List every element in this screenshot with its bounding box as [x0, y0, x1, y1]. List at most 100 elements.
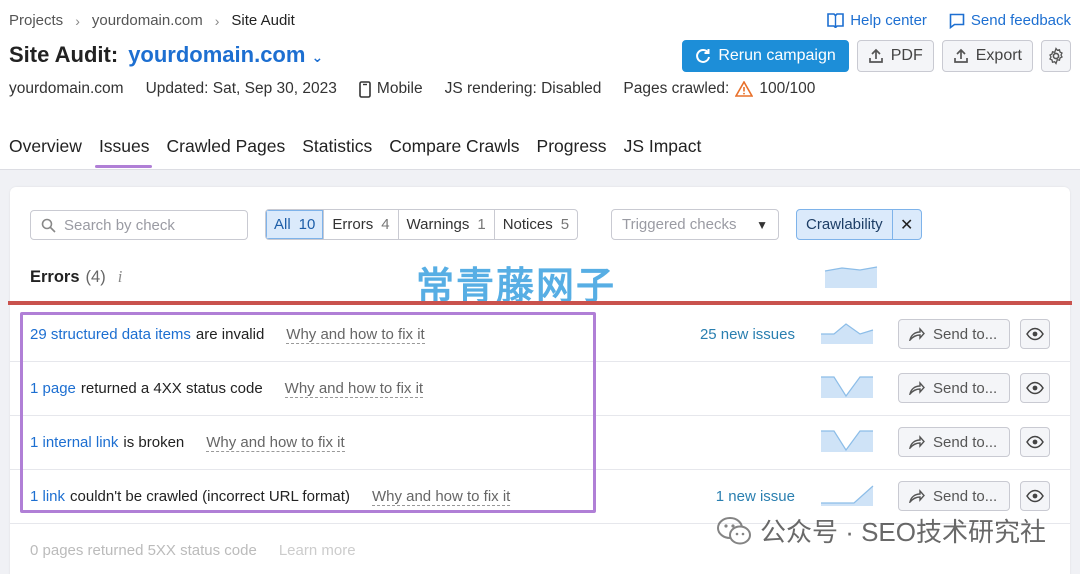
- errors-section-header: Errors (4) i: [30, 267, 122, 287]
- hide-issue-button[interactable]: [1020, 319, 1050, 349]
- page-title-label: Site Audit:: [9, 42, 119, 67]
- eye-icon: [1026, 489, 1044, 503]
- chevron-down-icon: ▼: [756, 217, 768, 232]
- help-center-link[interactable]: Help center: [827, 12, 927, 29]
- upload-icon: [868, 48, 883, 63]
- issue-text: 1 page returned a 4XX status code Why an…: [30, 380, 424, 398]
- new-issues-link[interactable]: 25 new issues: [700, 326, 795, 343]
- pages-crawled-label: Pages crawled:: [623, 80, 730, 97]
- issue-description: are invalid: [195, 326, 265, 343]
- why-fix-link[interactable]: Why and how to fix it: [371, 488, 511, 506]
- header-actions: Rerun campaign PDF Export: [682, 40, 1071, 72]
- mobile-icon: [359, 80, 371, 98]
- trend-sparkline: [821, 485, 874, 506]
- crawlability-chip-label[interactable]: Crawlability: [797, 210, 893, 239]
- eye-icon: [1026, 327, 1044, 341]
- issue-description: is broken: [123, 434, 185, 451]
- filter-errors[interactable]: Errors 4: [324, 210, 399, 239]
- issue-description: 0 pages returned 5XX status code: [30, 542, 257, 559]
- search-icon: [41, 218, 56, 233]
- send-to-button[interactable]: Send to...: [898, 373, 1010, 403]
- tab-compare-crawls[interactable]: Compare Crawls: [389, 136, 519, 168]
- trend-sparkline: [821, 323, 874, 344]
- issue-row: 1 page returned a 4XX status code Why an…: [10, 362, 1070, 416]
- share-arrow-icon: [909, 381, 925, 395]
- trend-sparkline: [824, 266, 878, 288]
- issue-text: 1 internal link is broken Why and how to…: [30, 434, 345, 452]
- filter-count: 1: [477, 216, 486, 233]
- breadcrumb-projects[interactable]: Projects: [9, 12, 63, 29]
- hide-issue-button[interactable]: [1020, 481, 1050, 511]
- tab-js-impact[interactable]: JS Impact: [624, 136, 702, 168]
- share-arrow-icon: [909, 489, 925, 503]
- page-header: Projects › yourdomain.com › Site Audit H…: [0, 0, 1080, 170]
- wechat-icon: [716, 516, 751, 544]
- export-button[interactable]: Export: [941, 40, 1033, 72]
- why-fix-link[interactable]: Why and how to fix it: [286, 326, 425, 344]
- search-input[interactable]: [64, 216, 234, 234]
- issue-link[interactable]: 1 link: [30, 488, 65, 505]
- meta-pages-crawled: Pages crawled: 100/100: [623, 80, 815, 98]
- issue-link[interactable]: 29 structured data items: [30, 326, 191, 343]
- filter-all[interactable]: All 10: [266, 210, 325, 239]
- breadcrumb: Projects › yourdomain.com › Site Audit: [9, 12, 295, 29]
- hide-issue-button[interactable]: [1020, 373, 1050, 403]
- send-to-label: Send to...: [933, 487, 998, 505]
- upload-icon: [953, 48, 968, 63]
- share-arrow-icon: [909, 435, 925, 449]
- feedback-icon: [949, 13, 965, 29]
- breadcrumb-separator: ›: [214, 12, 220, 29]
- why-fix-link[interactable]: Why and how to fix it: [206, 434, 345, 452]
- filter-notices[interactable]: Notices 5: [495, 210, 577, 239]
- pages-crawled-value: 100/100: [759, 80, 816, 97]
- refresh-icon: [696, 48, 711, 63]
- send-to-button[interactable]: Send to...: [898, 427, 1010, 457]
- tab-progress[interactable]: Progress: [537, 136, 607, 168]
- chevron-down-icon[interactable]: ⌄: [311, 49, 323, 66]
- help-center-label: Help center: [850, 12, 927, 29]
- send-to-button[interactable]: Send to...: [898, 481, 1010, 511]
- issue-text: 29 structured data items are invalid Why…: [30, 326, 425, 344]
- meta-updated: Updated: Sat, Sep 30, 2023: [145, 80, 337, 97]
- breadcrumb-site-audit: Site Audit: [231, 12, 295, 29]
- tab-crawled-pages[interactable]: Crawled Pages: [167, 136, 286, 168]
- issue-link[interactable]: 1 internal link: [30, 434, 118, 451]
- watermark-account-text: 公众号 · SEO技术研究社: [759, 517, 1046, 547]
- learn-more-link[interactable]: Learn more: [279, 542, 356, 559]
- rerun-campaign-label: Rerun campaign: [718, 47, 836, 64]
- tab-issues[interactable]: Issues: [94, 136, 152, 168]
- breadcrumb-domain[interactable]: yourdomain.com: [92, 12, 203, 29]
- why-fix-link[interactable]: Why and how to fix it: [284, 380, 424, 398]
- eye-icon: [1026, 381, 1044, 395]
- meta-js-rendering: JS rendering: Disabled: [444, 80, 602, 97]
- send-to-label: Send to...: [933, 433, 998, 451]
- errors-count: (4): [85, 267, 106, 286]
- pdf-label: PDF: [890, 47, 923, 64]
- issue-description: returned a 4XX status code: [80, 380, 263, 397]
- tab-statistics[interactable]: Statistics: [302, 136, 372, 168]
- filter-count: 10: [298, 216, 316, 233]
- trend-sparkline: [821, 376, 873, 398]
- hide-issue-button[interactable]: [1020, 427, 1050, 457]
- info-icon[interactable]: i: [118, 267, 123, 287]
- issue-link[interactable]: 1 page: [30, 380, 76, 397]
- domain-selector[interactable]: yourdomain.com: [128, 42, 305, 68]
- triggered-checks-label: Triggered checks: [622, 216, 737, 233]
- filter-warnings[interactable]: Warnings 1: [399, 210, 495, 239]
- settings-button[interactable]: [1041, 40, 1071, 72]
- new-issues-link[interactable]: 1 new issue: [716, 488, 795, 505]
- send-feedback-label: Send feedback: [970, 12, 1071, 29]
- send-to-label: Send to...: [933, 325, 998, 343]
- close-icon[interactable]: ✕: [893, 210, 921, 239]
- page-title: Site Audit: yourdomain.com ⌄: [9, 42, 323, 68]
- issue-description: couldn't be crawled (incorrect URL forma…: [70, 488, 350, 505]
- warning-icon: [735, 81, 754, 97]
- errors-label: Errors: [30, 267, 80, 286]
- send-feedback-link[interactable]: Send feedback: [949, 12, 1071, 29]
- send-to-button[interactable]: Send to...: [898, 319, 1010, 349]
- rerun-campaign-button[interactable]: Rerun campaign: [682, 40, 849, 72]
- pdf-button[interactable]: PDF: [856, 40, 934, 72]
- triggered-checks-dropdown[interactable]: Triggered checks ▼: [611, 209, 779, 240]
- issue-text: 0 pages returned 5XX status code Learn m…: [30, 542, 356, 559]
- tab-overview[interactable]: Overview: [9, 136, 82, 168]
